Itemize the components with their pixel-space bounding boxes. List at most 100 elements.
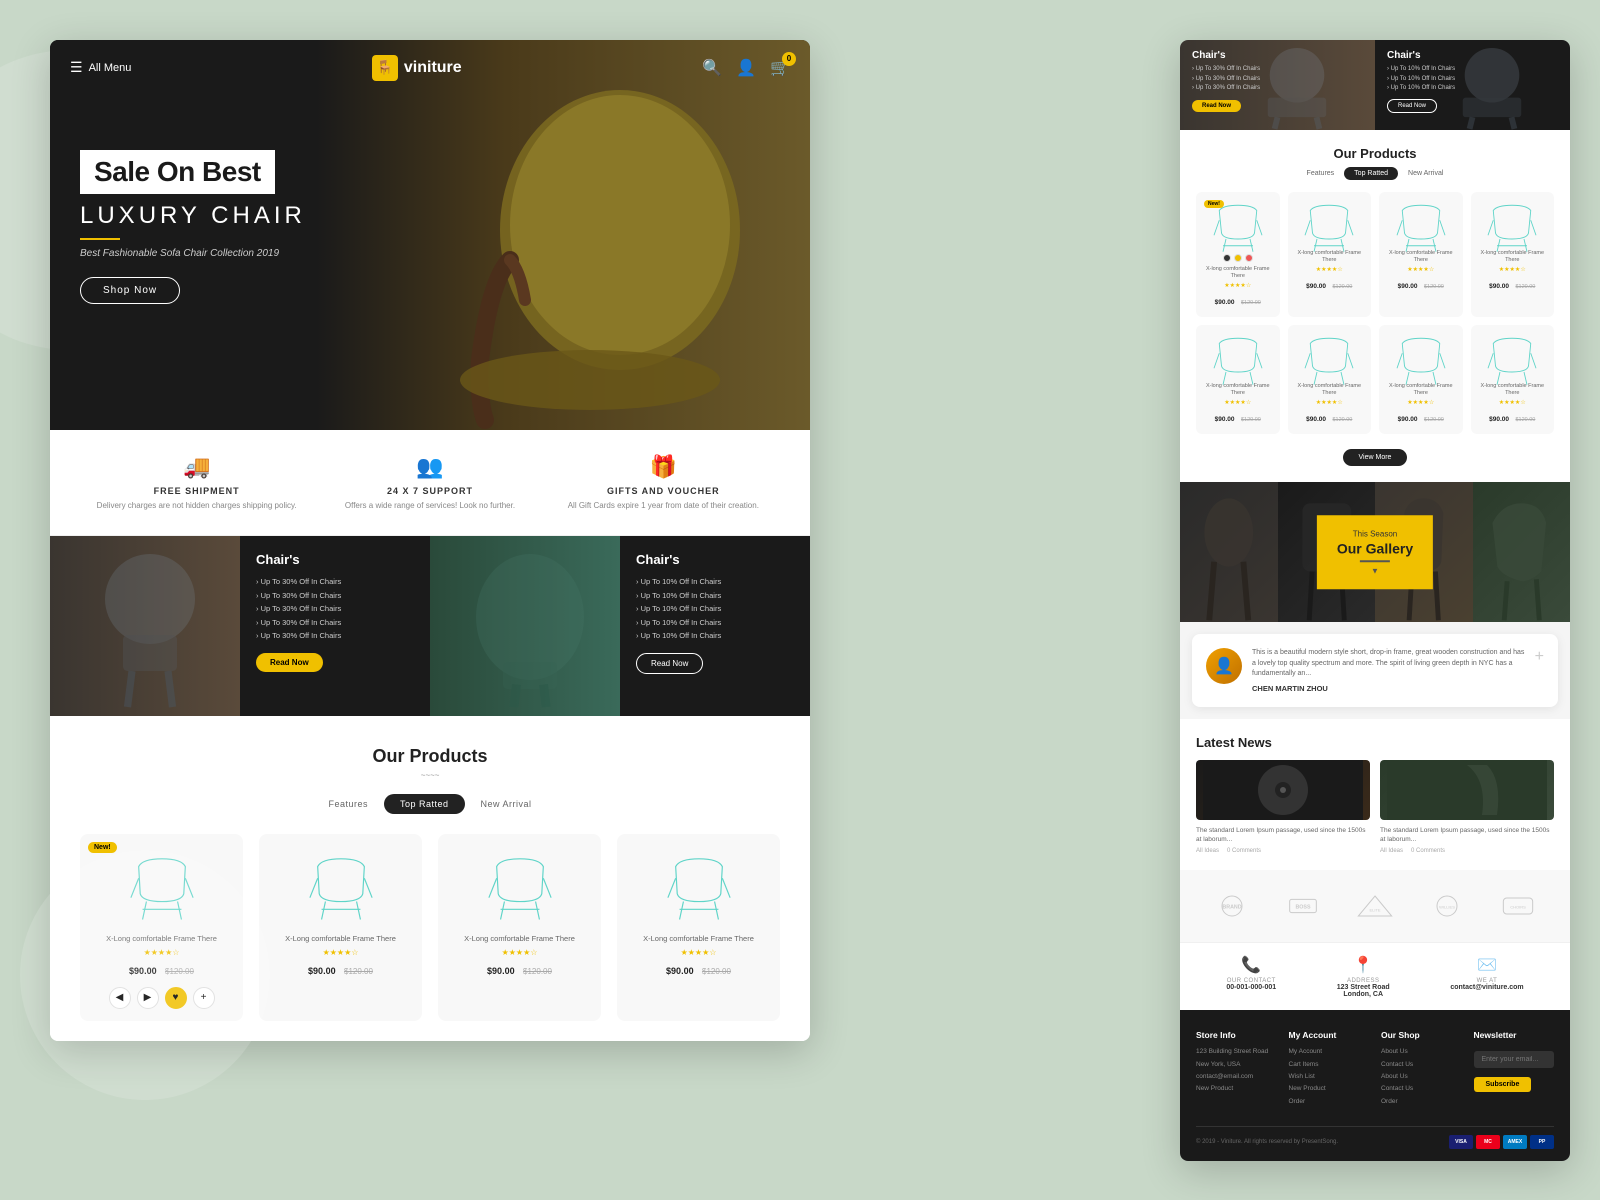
footer-account-item[interactable]: New Product [1289, 1085, 1370, 1093]
user-icon[interactable]: 👤 [736, 58, 756, 78]
footer-account-item[interactable]: My Account [1289, 1048, 1370, 1056]
gallery-chair-4 [1473, 482, 1571, 622]
color-dot-red[interactable] [1245, 254, 1253, 262]
view-more-button[interactable]: View More [1343, 449, 1408, 466]
site-logo[interactable]: 🪑 viniture [372, 55, 462, 81]
hero-title-box: Sale On Best [80, 150, 275, 194]
cart-button[interactable]: 🛒 0 [770, 58, 790, 78]
right-tab-top-ratted[interactable]: Top Ratted [1344, 167, 1398, 180]
partners-section: BRAND BOSS ELITE WILLIES CHOIRS [1180, 870, 1570, 942]
news-comments-2: 0 Comments [1411, 848, 1445, 854]
news-title: Latest News [1196, 735, 1554, 750]
color-dot-dark[interactable] [1223, 254, 1231, 262]
right-products-grid: New! X-long comfortable [1196, 192, 1554, 317]
news-image-2 [1380, 760, 1554, 820]
promo-image-2 [430, 536, 620, 716]
newsletter-email-input[interactable] [1474, 1051, 1555, 1068]
chair-promos: Chair's Up To 30% Off In Chairs Up To 30… [50, 536, 810, 716]
right-product-chair-8 [1477, 333, 1549, 383]
product-controls-1: ◀ ▶ ♥ + [92, 987, 231, 1009]
footer-bottom: © 2019 - Viniture. All rights reserved b… [1196, 1126, 1554, 1149]
right-product-price-2: $90.00 [1306, 283, 1326, 290]
product-price-old-3: $120.00 [523, 967, 552, 976]
product-name-4: X-Long comfortable Frame There [629, 934, 768, 944]
right-promo-chair-1 [1180, 40, 1375, 130]
nav-menu[interactable]: ☰ All Menu [70, 59, 131, 76]
feature-gifts: 🎁 GIFTS AND VOUCHER All Gift Cards expir… [547, 454, 780, 511]
promo-content-2: Chair's Up To 10% Off In Chairs Up To 10… [620, 536, 810, 716]
partner-svg-4: WILLIES [1427, 891, 1467, 921]
hero-description: Best Fashionable Sofa Chair Collection 2… [80, 248, 306, 259]
product-fav-btn[interactable]: ♥ [165, 987, 187, 1009]
footer-shop-item[interactable]: Contact Us [1381, 1085, 1462, 1093]
product-next-btn[interactable]: ▶ [137, 987, 159, 1009]
right-product-pricing-3: $90.00 $120.00 [1385, 275, 1457, 293]
news-meta-1: All Ideas 0 Comments [1196, 848, 1370, 854]
product-prev-btn[interactable]: ◀ [109, 987, 131, 1009]
feature-shipment-title: FREE SHIPMENT [80, 486, 313, 496]
footer-store-item: New Product [1196, 1085, 1277, 1093]
promo-read-now-1[interactable]: Read Now [256, 653, 323, 672]
product-pricing-4: $90.00 $120.00 [629, 961, 768, 979]
news-item-1: The standard Lorem Ipsum passage, used s… [1196, 760, 1370, 854]
right-product-price-old-5: $120.00 [1241, 417, 1261, 423]
right-tab-new-arrival[interactable]: New Arrival [1398, 167, 1453, 180]
right-product-5: X-long comfortable Frame There ★★★★☆ $90… [1196, 325, 1280, 434]
promo-chair-2 [440, 536, 620, 716]
product-price-2: $90.00 [308, 966, 336, 976]
tab-new-arrival[interactable]: New Arrival [465, 794, 548, 814]
right-product-chair-3 [1385, 200, 1457, 250]
right-tab-features[interactable]: Features [1297, 167, 1345, 180]
tab-features[interactable]: Features [312, 794, 384, 814]
right-product-stars-6: ★★★★☆ [1294, 399, 1366, 406]
product-price-4: $90.00 [666, 966, 694, 976]
right-chair-svg-8 [1482, 331, 1542, 386]
gallery-section: This Season Our Gallery ▼ [1180, 482, 1570, 622]
footer-store-item: 123 Building Street Road [1196, 1048, 1277, 1056]
product-price-3: $90.00 [487, 966, 515, 976]
footer-shop-item[interactable]: Order [1381, 1098, 1462, 1106]
promo-list-1: Up To 30% Off In Chairs Up To 30% Off In… [256, 575, 414, 643]
right-product-pricing-2: $90.00 $120.00 [1294, 275, 1366, 293]
search-icon[interactable]: 🔍 [702, 58, 722, 78]
hamburger-icon[interactable]: ☰ [70, 59, 83, 76]
testimonial-text: This is a beautiful modern style short, … [1252, 648, 1525, 680]
cart-count: 0 [782, 52, 796, 66]
promo-list-item: Up To 10% Off In Chairs [636, 589, 794, 603]
right-product-tabs: Features Top Ratted New Arrival [1196, 167, 1554, 180]
right-product-price-5: $90.00 [1215, 416, 1235, 423]
product-name-1: X-Long comfortable Frame There [92, 934, 231, 944]
news-image-1 [1196, 760, 1370, 820]
product-name-3: X-Long comfortable Frame There [450, 934, 589, 944]
footer-account-item[interactable]: Wish List [1289, 1073, 1370, 1081]
right-product-stars-1: ★★★★☆ [1202, 282, 1274, 289]
newsletter-subscribe-button[interactable]: Subscribe [1474, 1077, 1532, 1092]
footer-shop-item[interactable]: Contact Us [1381, 1061, 1462, 1069]
phone-icon: 📞 [1226, 955, 1276, 975]
promo-list-item: Up To 10% Off In Chairs [636, 616, 794, 630]
product-cart-btn[interactable]: + [193, 987, 215, 1009]
right-chair-svg-3 [1391, 198, 1451, 253]
right-product-7: X-long comfortable Frame There ★★★★☆ $90… [1379, 325, 1463, 434]
products-section: Our Products ~~~~ Features Top Ratted Ne… [50, 716, 810, 1041]
right-product-pricing-4: $90.00 $120.00 [1477, 275, 1549, 293]
product-pricing-3: $90.00 $120.00 [450, 961, 589, 979]
footer-shop-item[interactable]: About Us [1381, 1048, 1462, 1056]
product-price-old-4: $120.00 [702, 967, 731, 976]
promo-read-now-2[interactable]: Read Now [636, 653, 703, 674]
promo-list-item: Up To 30% Off In Chairs [256, 602, 414, 616]
svg-text:BRAND: BRAND [1222, 905, 1241, 911]
product-tabs: Features Top Ratted New Arrival [80, 794, 780, 814]
partner-svg-1: BRAND [1212, 891, 1252, 921]
right-product-name-3: X-long comfortable Frame There [1385, 250, 1457, 263]
tab-top-ratted[interactable]: Top Ratted [384, 794, 465, 814]
footer-account-item[interactable]: Cart Items [1289, 1061, 1370, 1069]
right-product-price-6: $90.00 [1306, 416, 1326, 423]
promo-image-1 [50, 536, 240, 716]
testimonial-expand-icon[interactable]: + [1535, 648, 1544, 666]
color-dot-yellow[interactable] [1234, 254, 1242, 262]
footer-account-item[interactable]: Order [1289, 1098, 1370, 1106]
hero-cta-button[interactable]: Shop Now [80, 277, 180, 304]
product-price-old-2: $120.00 [344, 967, 373, 976]
footer-shop-item[interactable]: About Us [1381, 1073, 1462, 1081]
